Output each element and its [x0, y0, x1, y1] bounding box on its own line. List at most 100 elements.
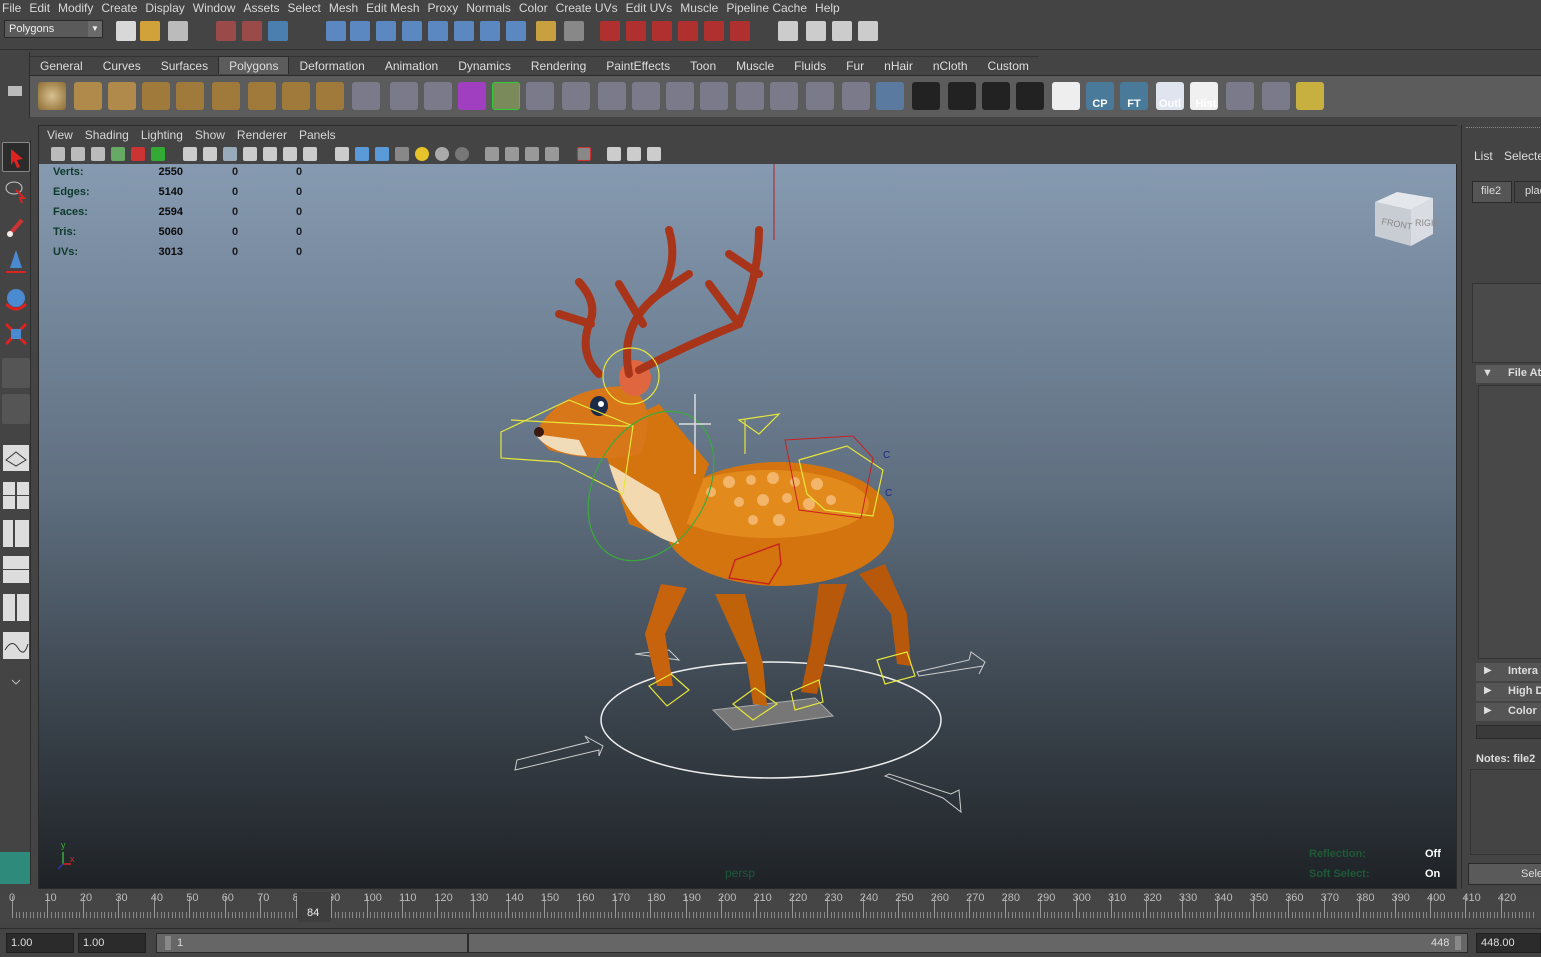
channel-box-toggle-icon[interactable]: [832, 21, 852, 41]
menu-muscle[interactable]: Muscle: [680, 1, 726, 15]
select-hierarchy-icon[interactable]: [216, 21, 236, 41]
automatic-mapping-icon[interactable]: [1016, 82, 1044, 110]
offset-edge-loop-icon[interactable]: [666, 82, 694, 110]
motion-blur-icon[interactable]: [505, 147, 519, 161]
tool-settings-toggle-icon[interactable]: [806, 21, 826, 41]
multisample-icon[interactable]: [525, 147, 539, 161]
poly-pipe-icon[interactable]: [282, 82, 310, 110]
show-manipulator-slot[interactable]: [2, 394, 30, 424]
separate-icon[interactable]: [424, 82, 452, 110]
spherical-mapping-icon[interactable]: [982, 82, 1010, 110]
menu-edit-uvs[interactable]: Edit UVs: [626, 1, 681, 15]
menu-set-selector[interactable]: Polygons ▼: [4, 20, 103, 38]
menu-mesh[interactable]: Mesh: [329, 1, 366, 15]
checker-icon[interactable]: [1052, 82, 1080, 110]
shelf-tab-animation[interactable]: Animation: [374, 56, 449, 74]
insert-edge-loop-icon[interactable]: [632, 82, 660, 110]
snap-curve-icon[interactable]: [350, 21, 370, 41]
poly-plane-icon[interactable]: [176, 82, 204, 110]
section-high-dynamic[interactable]: ▶ High D: [1476, 683, 1541, 701]
panel-menu-renderer[interactable]: Renderer: [237, 128, 287, 142]
save-scene-icon[interactable]: [168, 21, 188, 41]
range-slider-start-handle[interactable]: [165, 936, 171, 950]
rotate-tool-icon[interactable]: [2, 284, 30, 314]
menu-color[interactable]: Color: [519, 1, 556, 15]
isolate-select-icon[interactable]: [577, 147, 591, 161]
xray-joints-icon[interactable]: [627, 147, 641, 161]
film-gate-icon[interactable]: [203, 147, 217, 161]
view-cube[interactable]: FRONT RIGHT: [1371, 188, 1437, 250]
attr-menu-list[interactable]: List: [1474, 149, 1493, 163]
shelf-tab-fluids[interactable]: Fluids: [784, 56, 837, 74]
panel-menu-view[interactable]: View: [47, 128, 73, 142]
collapse-icon[interactable]: [770, 82, 798, 110]
horizontal-scrollbar[interactable]: [1476, 725, 1541, 739]
shelf-menu-icon[interactable]: [8, 86, 22, 96]
menu-assets[interactable]: Assets: [243, 1, 287, 15]
shelf-tab-polygons[interactable]: Polygons: [218, 56, 290, 74]
shelf-tab-toon[interactable]: Toon: [680, 56, 727, 74]
shelf-tab-fur[interactable]: Fur: [836, 56, 875, 74]
panel-menu-lighting[interactable]: Lighting: [141, 128, 183, 142]
open-scene-icon[interactable]: [140, 21, 160, 41]
combine-icon[interactable]: [390, 82, 418, 110]
menu-file[interactable]: File: [2, 1, 29, 15]
attr-menu-selected[interactable]: Selected: [1504, 149, 1541, 163]
bevel-icon[interactable]: [700, 82, 728, 110]
field-chart-icon[interactable]: [263, 147, 277, 161]
extrude-icon[interactable]: [492, 82, 520, 110]
time-slider[interactable]: 0102030405060708090100110120130140150160…: [0, 890, 1541, 924]
transfer-attributes-icon[interactable]: [1262, 82, 1290, 110]
menu-proxy[interactable]: Proxy: [428, 1, 467, 15]
layer-editor-toggle-icon[interactable]: [858, 21, 878, 41]
lights-icon[interactable]: [455, 147, 469, 161]
panel-menu-shading[interactable]: Shading: [85, 128, 129, 142]
depth-of-field-icon[interactable]: [545, 147, 559, 161]
image-plane-icon[interactable]: [111, 147, 125, 161]
shelf-tab-surfaces[interactable]: Surfaces: [150, 56, 219, 74]
node-tab-file2[interactable]: file2: [1472, 181, 1512, 203]
camera-attributes-icon[interactable]: [71, 147, 85, 161]
poly-cube-icon[interactable]: [74, 82, 102, 110]
poly-pyramid-icon[interactable]: [248, 82, 276, 110]
shelf-tab-curves[interactable]: Curves: [92, 56, 151, 74]
move-tool-icon[interactable]: [2, 246, 30, 276]
shelf-custom-icon[interactable]: [1296, 82, 1324, 110]
ambient-occlusion-icon[interactable]: [485, 147, 499, 161]
scale-tool-icon[interactable]: [2, 320, 30, 350]
section-file-attributes[interactable]: ▼ File At: [1476, 365, 1541, 383]
render-view-icon[interactable]: [704, 21, 724, 41]
perspective-viewport[interactable]: Verts: 2550 0 0 Edges: 5140 0 0 Faces: 2594 0 0 Tris…: [39, 164, 1456, 888]
uv-editor-icon[interactable]: [1226, 82, 1254, 110]
snap-surface-icon[interactable]: [428, 21, 448, 41]
menu-display[interactable]: Display: [145, 1, 192, 15]
shelf-tab-ncloth[interactable]: nCloth: [922, 56, 978, 74]
range-slider[interactable]: 1: [156, 933, 468, 953]
range-slider-track[interactable]: 448: [468, 933, 1468, 953]
panel-grip[interactable]: [1466, 127, 1541, 130]
select-component-icon[interactable]: [268, 21, 288, 41]
shelf-tab-custom[interactable]: Custom: [977, 56, 1039, 74]
graph-editor-layout-icon[interactable]: [2, 630, 30, 660]
grid-toggle-icon[interactable]: [183, 147, 197, 161]
append-polygon-icon[interactable]: [562, 82, 590, 110]
render-current-frame-icon[interactable]: [600, 21, 620, 41]
snap-grid-icon[interactable]: [326, 21, 346, 41]
snap-point-icon[interactable]: [376, 21, 396, 41]
persp-outliner-layout-icon[interactable]: [2, 518, 30, 548]
2d-pan-zoom-icon[interactable]: [131, 147, 145, 161]
lasso-tool-icon[interactable]: [2, 176, 30, 206]
menu-edit[interactable]: Edit: [29, 1, 58, 15]
merge-icon[interactable]: [736, 82, 764, 110]
wireframe-on-shaded-icon[interactable]: [375, 147, 389, 161]
panel-menu-panels[interactable]: Panels: [299, 128, 336, 142]
shadows-icon[interactable]: [435, 147, 449, 161]
poly-sphere-icon[interactable]: [38, 82, 66, 110]
poly-soccer-ball-icon[interactable]: [316, 82, 344, 110]
menu-pipeline-cache[interactable]: Pipeline Cache: [726, 1, 815, 15]
hypershade-icon[interactable]: [678, 21, 698, 41]
shelf-tab-muscle[interactable]: Muscle: [726, 56, 785, 74]
bridge-icon[interactable]: [526, 82, 554, 110]
smooth-icon[interactable]: [458, 82, 486, 110]
render-settings-icon[interactable]: [652, 21, 672, 41]
